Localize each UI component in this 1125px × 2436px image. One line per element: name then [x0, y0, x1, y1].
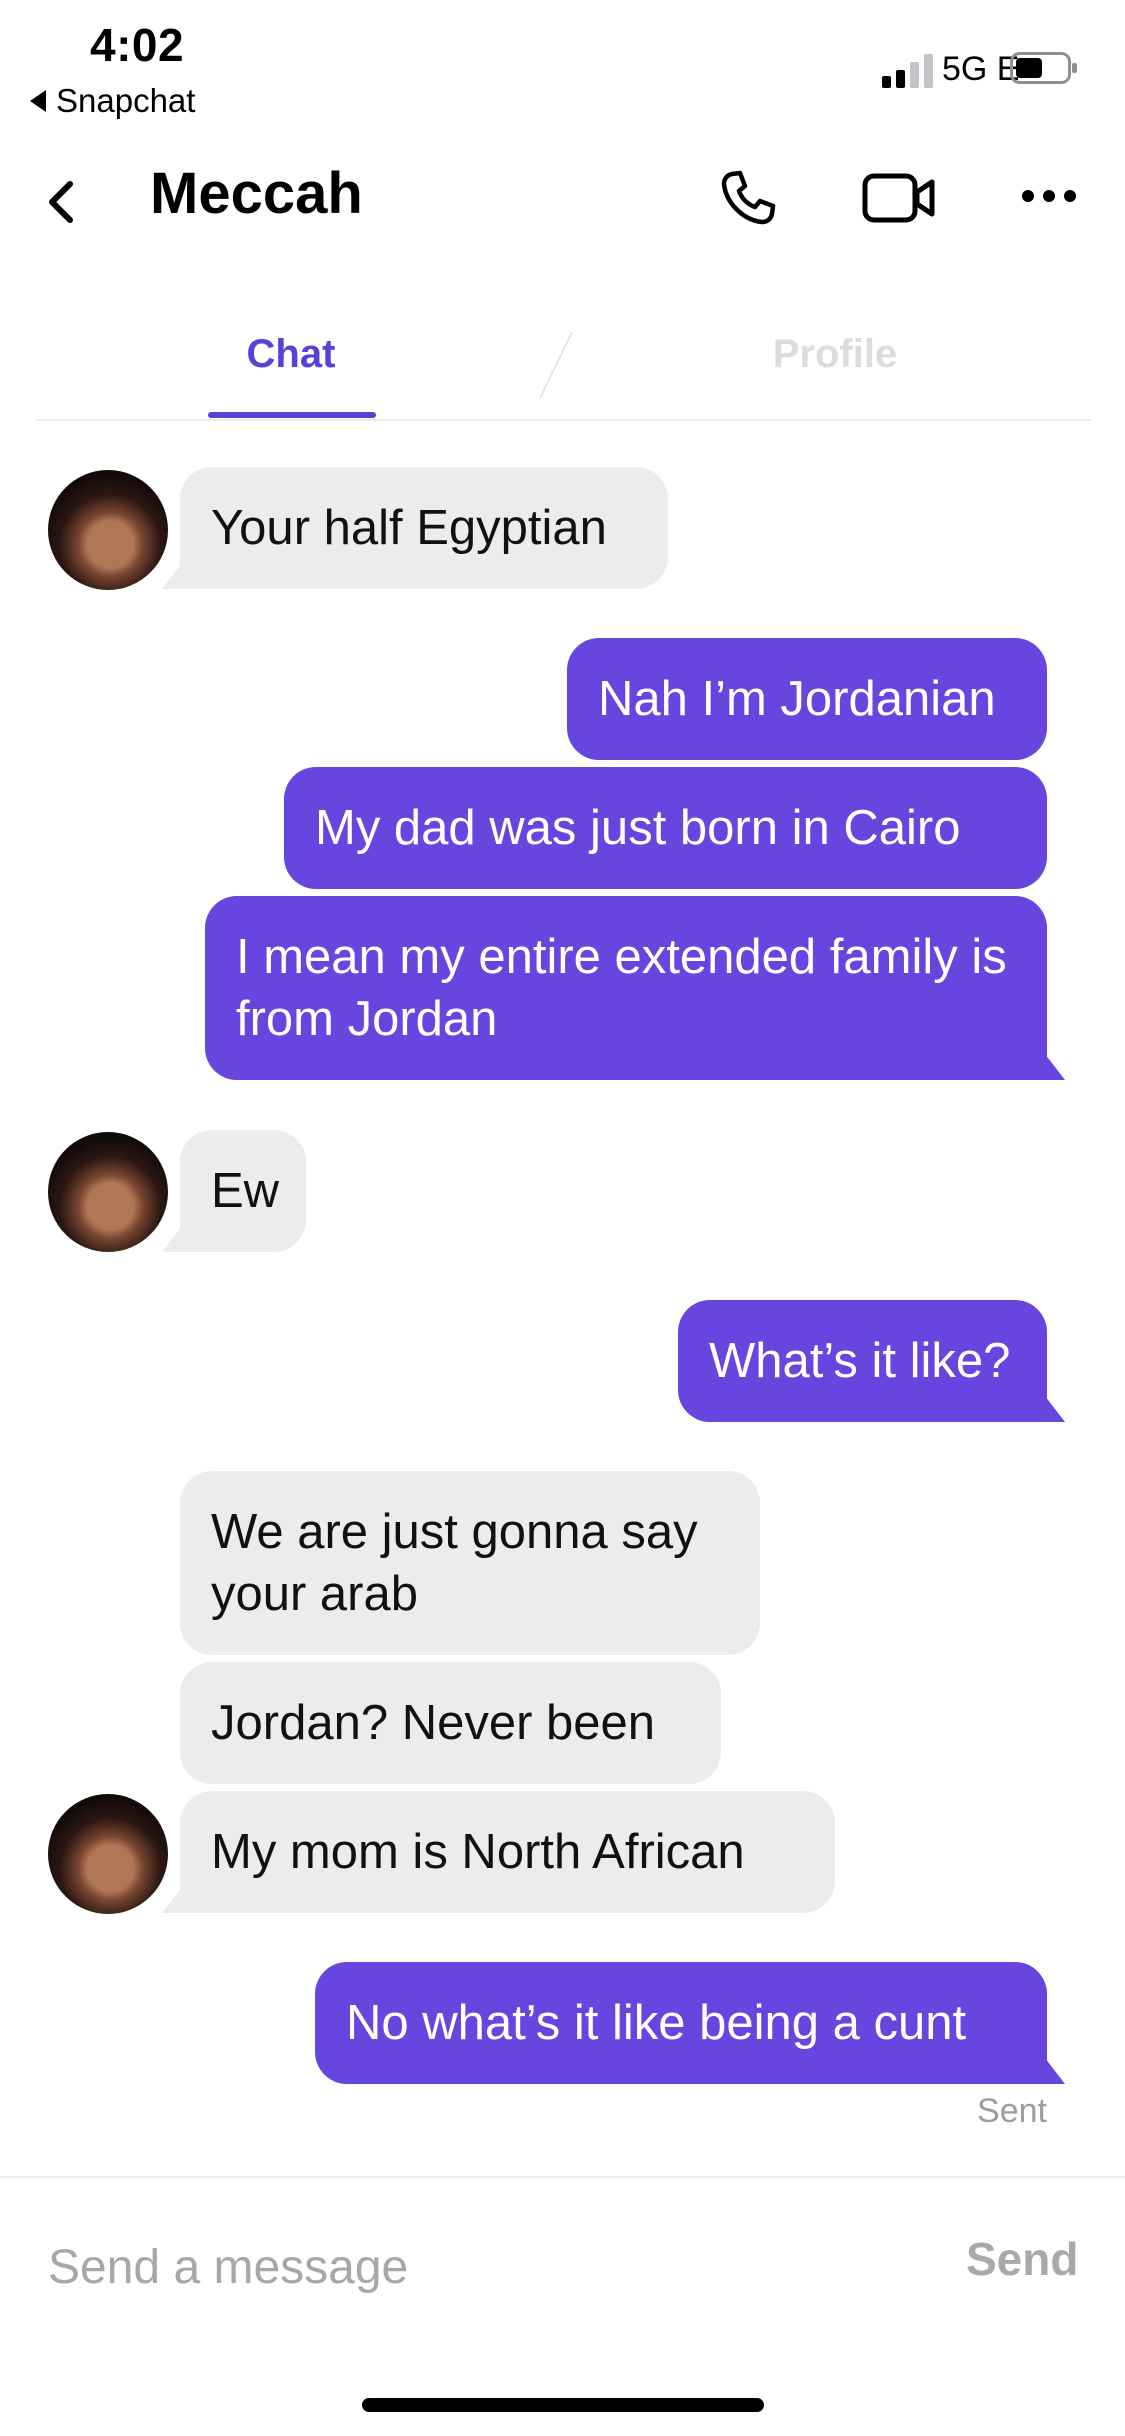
home-indicator[interactable]: [362, 2398, 764, 2412]
avatar[interactable]: [48, 1794, 168, 1914]
back-chevron-icon[interactable]: [42, 178, 82, 226]
avatar[interactable]: [48, 1132, 168, 1252]
message-bubble-incoming: We are just gonna say your arab: [180, 1471, 760, 1655]
send-button[interactable]: Send: [966, 2232, 1078, 2286]
avatar[interactable]: [48, 470, 168, 590]
video-camera-icon[interactable]: [862, 170, 936, 226]
message-bubble-outgoing: My dad was just born in Cairo: [284, 767, 1047, 889]
back-triangle-icon: [30, 90, 46, 112]
tabs-divider: [36, 419, 1091, 421]
tab-profile[interactable]: Profile: [735, 332, 935, 377]
network-type: 5G E: [942, 50, 1020, 88]
composer-divider: [0, 2176, 1125, 2178]
battery-icon: [1010, 52, 1077, 84]
cellular-signal-icon: [882, 54, 933, 88]
delivery-status: Sent: [977, 2092, 1047, 2130]
active-tab-indicator: [208, 412, 376, 418]
more-icon[interactable]: [1020, 186, 1078, 206]
message-bubble-incoming: Jordan? Never been: [180, 1662, 721, 1784]
back-to-app-link[interactable]: Snapchat: [30, 82, 195, 120]
phone-icon[interactable]: [718, 168, 778, 228]
message-bubble-incoming: Ew: [162, 1130, 306, 1252]
message-bubble-outgoing: I mean my entire extended family is from…: [205, 896, 1065, 1080]
message-bubble-outgoing: Nah I’m Jordanian: [567, 638, 1047, 760]
message-bubble-incoming: Your half Egyptian: [162, 467, 668, 589]
status-time: 4:02: [90, 19, 185, 71]
message-bubble-incoming: My mom is North African: [162, 1791, 835, 1913]
message-bubble-outgoing: What’s it like?: [678, 1300, 1065, 1422]
back-app-label: Snapchat: [56, 82, 196, 119]
conversation-title: Meccah: [150, 161, 363, 226]
message-input[interactable]: [48, 2232, 868, 2302]
message-bubble-outgoing: No what’s it like being a cunt: [315, 1962, 1065, 2084]
tab-chat[interactable]: Chat: [206, 332, 376, 377]
tab-divider: [539, 331, 573, 399]
